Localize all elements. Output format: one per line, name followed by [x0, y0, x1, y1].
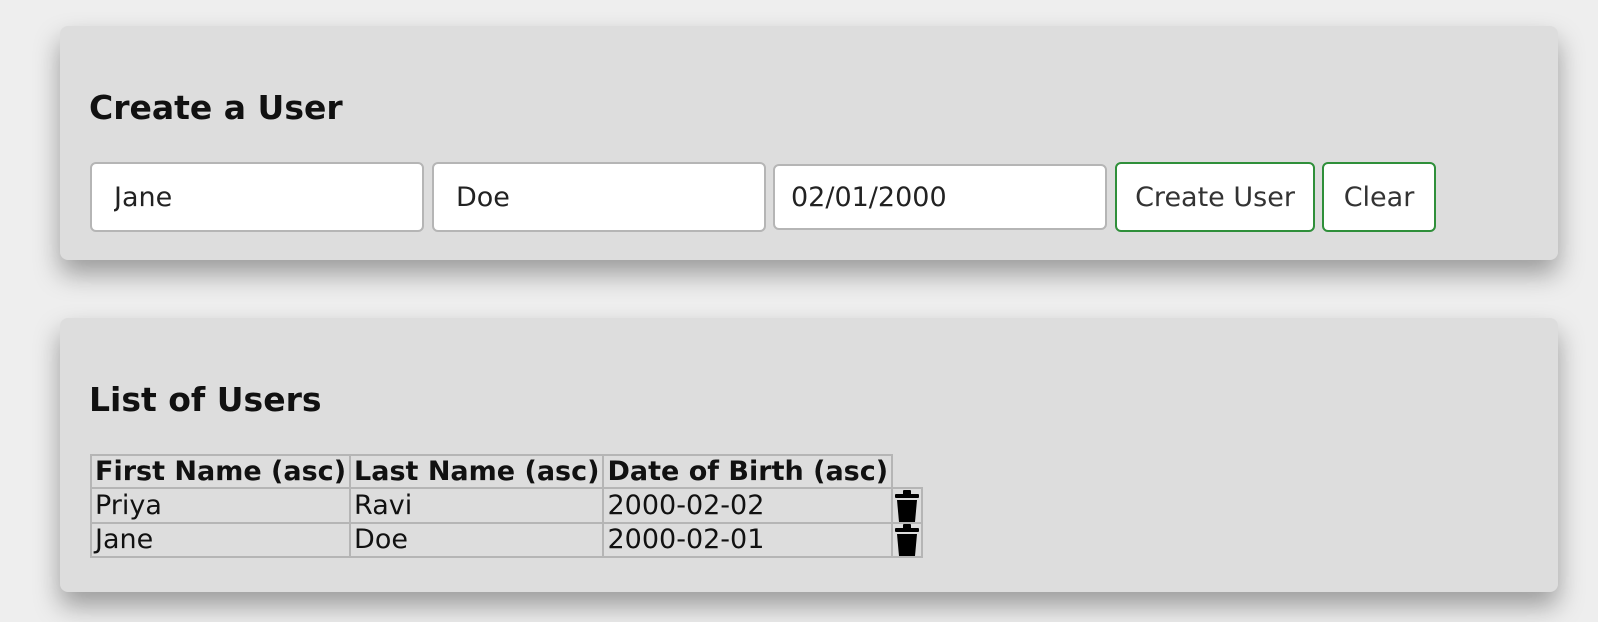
date-of-birth-input[interactable]: [773, 164, 1107, 230]
first-name-input[interactable]: [90, 162, 424, 232]
trash-icon[interactable]: [895, 489, 920, 522]
column-header-actions: [892, 455, 922, 488]
user-list-card: List of Users First Name (asc) Last Name…: [60, 318, 1558, 592]
column-header-first-name[interactable]: First Name (asc): [89, 454, 352, 489]
cell-date-of-birth: 2000-02-01: [602, 521, 894, 558]
table-header-row: First Name (asc) Last Name (asc) Date of…: [89, 454, 922, 489]
cell-first-name: Jane: [89, 521, 352, 558]
trash-icon[interactable]: [895, 524, 920, 556]
cell-last-name: Ravi: [349, 487, 605, 524]
column-header-last-name[interactable]: Last Name (asc): [349, 454, 605, 489]
table-row: Jane Doe 2000-02-01: [89, 521, 924, 558]
cell-last-name: Doe: [349, 521, 605, 558]
column-header-date-of-birth[interactable]: Date of Birth (asc): [602, 454, 894, 489]
create-user-button[interactable]: Create User: [1115, 162, 1315, 232]
create-user-card: Create a User Create User Clear: [60, 26, 1558, 260]
last-name-input[interactable]: [432, 162, 766, 232]
cell-date-of-birth: 2000-02-02: [602, 487, 894, 524]
create-user-title: Create a User: [89, 88, 343, 127]
cell-first-name: Priya: [89, 487, 352, 524]
table-row: Priya Ravi 2000-02-02: [89, 487, 924, 524]
user-list-title: List of Users: [89, 380, 322, 419]
clear-button[interactable]: Clear: [1322, 162, 1436, 232]
delete-cell: [891, 521, 924, 558]
users-table: First Name (asc) Last Name (asc) Date of…: [89, 454, 924, 558]
delete-cell: [891, 487, 924, 524]
